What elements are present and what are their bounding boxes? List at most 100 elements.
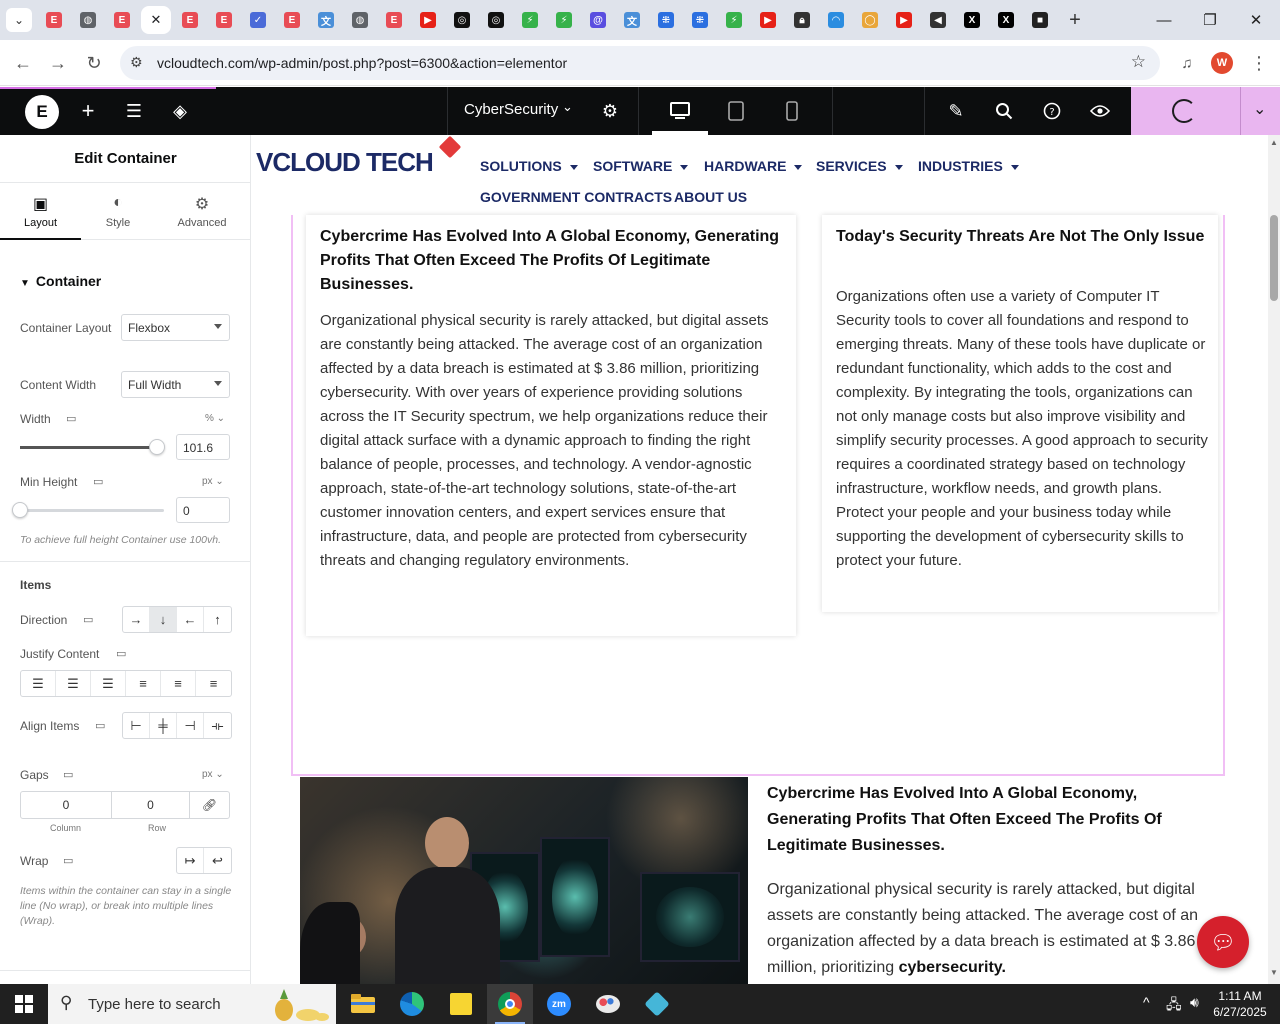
wrap-button[interactable]: ↩ (204, 848, 231, 873)
nowrap-button[interactable]: ↦ (177, 848, 204, 873)
browser-tab[interactable]: ⁜ (685, 6, 715, 34)
menu-item[interactable]: SOLUTIONS (480, 158, 578, 174)
browser-tab[interactable]: X (991, 6, 1021, 34)
browser-tab[interactable]: ◀ (923, 6, 953, 34)
browser-tab[interactable]: E (209, 6, 239, 34)
profile-avatar[interactable]: W (1211, 52, 1233, 74)
menu-item[interactable]: GOVERNMENT CONTRACTS (480, 189, 672, 205)
align-end-button[interactable]: ⊣ (177, 713, 204, 738)
address-bar[interactable]: ⚙ vcloudtech.com/wp-admin/post.php?post=… (120, 46, 1160, 80)
back-button[interactable]: ← (8, 48, 38, 78)
start-button[interactable] (0, 984, 48, 1024)
browser-tab[interactable]: ■ (1025, 6, 1055, 34)
add-element-button[interactable]: + (74, 97, 102, 125)
canvas-scrollbar[interactable]: ▲ ▼ (1268, 135, 1280, 984)
new-tab-button[interactable]: + (1060, 6, 1090, 34)
gap-row-input[interactable]: 0 (112, 792, 190, 818)
tab-search-button[interactable]: ⌄ (6, 8, 32, 32)
minimize-button[interactable]: — (1146, 6, 1182, 34)
min-height-slider[interactable] (12, 502, 164, 518)
content-width-select[interactable]: Full Width (121, 371, 230, 398)
site-logo[interactable]: VCLOUD TECH (256, 147, 434, 178)
restore-button[interactable]: ❐ (1192, 6, 1228, 34)
menu-item[interactable]: SERVICES (816, 158, 903, 174)
taskbar-clock[interactable]: 1:11 AM 6/27/2025 (1207, 988, 1273, 1020)
chevron-down-icon[interactable]: ⌄ (562, 99, 573, 115)
menu-item[interactable]: SOFTWARE (593, 158, 689, 174)
mobile-view-button[interactable] (778, 97, 806, 125)
chrome-app[interactable] (487, 984, 533, 1024)
browser-tab[interactable]: ◎ (481, 6, 511, 34)
desktop-icon[interactable]: ▭ (95, 719, 105, 732)
edge-app[interactable] (389, 984, 435, 1024)
desktop-icon[interactable]: ▭ (83, 613, 93, 626)
align-center-button[interactable]: ╪ (150, 713, 177, 738)
menu-item[interactable]: ABOUT US (674, 189, 747, 205)
tab-layout[interactable]: ▣ Layout (0, 183, 81, 240)
menu-item[interactable]: HARDWARE (704, 158, 803, 174)
publish-options-button[interactable]: ⌄ (1240, 87, 1280, 135)
browser-tab[interactable]: ⁜ (651, 6, 681, 34)
align-start-button[interactable]: ⊢ (123, 713, 150, 738)
browser-tab[interactable]: E (107, 6, 137, 34)
min-height-unit-select[interactable]: px ⌄ (202, 476, 224, 487)
network-icon[interactable]: 🖧︎ (1166, 994, 1182, 1018)
tab-style[interactable]: ◐ Style (81, 183, 155, 240)
site-settings-button[interactable]: ☰ (120, 97, 148, 125)
browser-tab[interactable]: ▶ (753, 6, 783, 34)
help-button[interactable]: ? (1038, 97, 1066, 125)
browser-tab[interactable]: 🔒︎ (787, 6, 817, 34)
browser-tab[interactable]: X (957, 6, 987, 34)
width-unit-select[interactable]: % ⌄ (205, 413, 225, 424)
browser-tab[interactable]: ⚡ (719, 6, 749, 34)
gap-link-button[interactable]: 🔗︎ (190, 792, 229, 818)
structure-button[interactable]: ◈ (166, 97, 194, 125)
taskbar-search[interactable]: ⚲ Type here to search (48, 984, 336, 1024)
browser-tab[interactable]: ◎ (447, 6, 477, 34)
chat-widget-button[interactable]: 💬︎ (1197, 916, 1249, 968)
justify-space-around-button[interactable]: ≡ (161, 671, 196, 696)
search-button[interactable] (990, 97, 1018, 125)
forward-button[interactable]: → (43, 48, 73, 78)
browser-tab[interactable]: ◍ (73, 6, 103, 34)
menu-item[interactable]: INDUSTRIES (918, 158, 1019, 174)
section-toggle-container[interactable]: ▼ Container (20, 273, 101, 289)
browser-tab[interactable]: ✓ (243, 6, 273, 34)
gaps-unit-select[interactable]: px ⌄ (202, 769, 224, 780)
direction-column-reverse-button[interactable]: ↑ (204, 607, 231, 632)
browser-tab[interactable]: @ (583, 6, 613, 34)
browser-tab[interactable]: 文 (311, 6, 341, 34)
gap-column-input[interactable]: 0 (21, 792, 112, 818)
notes-button[interactable]: ✎ (942, 97, 970, 125)
scroll-up-icon[interactable]: ▲ (1270, 138, 1278, 147)
browser-tab[interactable]: E (379, 6, 409, 34)
browser-tab[interactable]: 文 (617, 6, 647, 34)
sticky-notes-app[interactable] (438, 984, 484, 1024)
media-control-button[interactable]: ♫ (1172, 48, 1202, 78)
container-layout-select[interactable]: Flexbox (121, 314, 230, 341)
direction-row-button[interactable]: → (123, 607, 150, 632)
desktop-icon[interactable]: ▭ (63, 768, 73, 781)
zoom-app[interactable]: zm (536, 984, 582, 1024)
align-stretch-button[interactable]: ⟛ (204, 713, 231, 738)
width-input[interactable]: 101.6 (176, 434, 230, 460)
browser-tab[interactable]: ◠ (821, 6, 851, 34)
direction-row-reverse-button[interactable]: ← (177, 607, 204, 632)
browser-tab[interactable]: ✕ (141, 6, 171, 34)
browser-tab[interactable]: ◍ (345, 6, 375, 34)
width-slider[interactable] (20, 439, 165, 455)
tablet-view-button[interactable] (722, 97, 750, 125)
browser-tab[interactable]: E (175, 6, 205, 34)
browser-menu-button[interactable]: ⋮ (1244, 48, 1274, 78)
direction-column-button[interactable]: ↓ (150, 607, 177, 632)
min-height-slider-handle[interactable] (12, 502, 28, 518)
scroll-down-icon[interactable]: ▼ (1270, 968, 1278, 977)
justify-start-button[interactable]: ☰ (21, 671, 56, 696)
browser-tab[interactable]: ⚡ (549, 6, 579, 34)
justify-end-button[interactable]: ☰ (91, 671, 126, 696)
min-height-input[interactable]: 0 (176, 497, 230, 523)
justify-space-evenly-button[interactable]: ≡ (196, 671, 231, 696)
desktop-icon[interactable]: ▭ (93, 475, 103, 488)
paint-app[interactable] (585, 984, 631, 1024)
desktop-view-button[interactable] (666, 97, 694, 125)
